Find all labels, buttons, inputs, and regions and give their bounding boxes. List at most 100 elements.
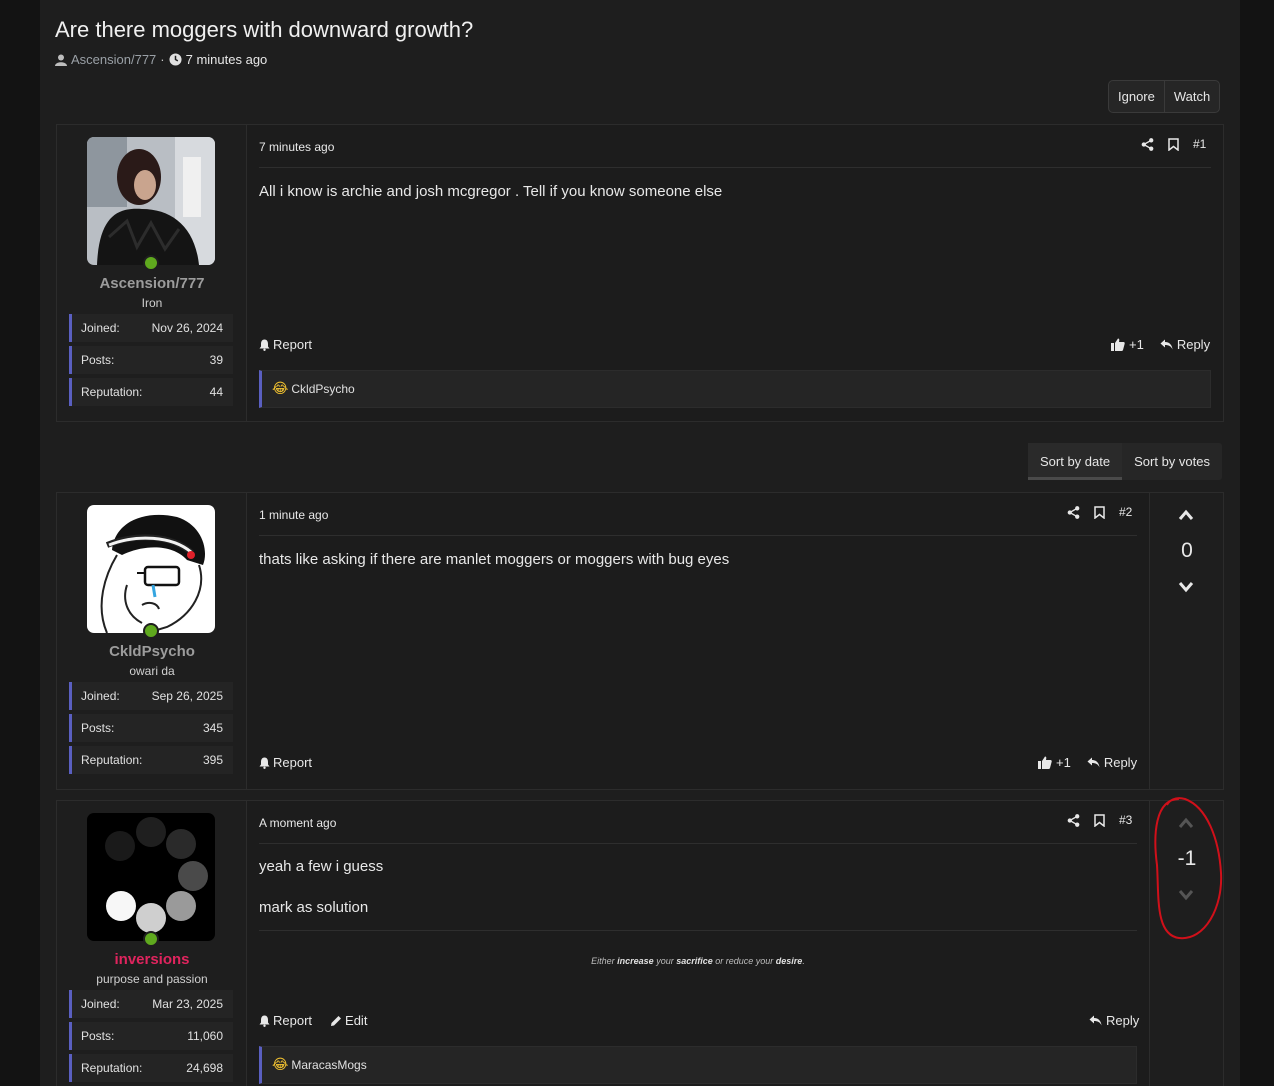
sort-by-votes-tab[interactable]: Sort by votes: [1122, 443, 1222, 480]
signature-text: or: [712, 956, 726, 966]
bell-icon: [259, 1015, 270, 1027]
reaction-user[interactable]: CkldPsycho: [291, 382, 354, 396]
post-text: yeah a few i guess: [259, 858, 384, 875]
reply-icon: [1089, 1015, 1102, 1026]
post-username[interactable]: inversions: [57, 951, 247, 968]
stat-value: Mar 23, 2025: [152, 997, 223, 1011]
downvote-chevron-down-icon[interactable]: [1178, 581, 1194, 593]
share-icon[interactable]: [1141, 137, 1154, 151]
reply-button[interactable]: Reply: [1160, 337, 1210, 352]
laughing-emoji-icon: 😂: [272, 1057, 289, 1073]
stat-joined: Joined: Mar 23, 2025: [69, 990, 233, 1018]
post-text: thats like asking if there are manlet mo…: [259, 551, 730, 568]
post-body: thats like asking if there are manlet mo…: [259, 551, 729, 568]
post-username[interactable]: Ascension/777: [57, 275, 247, 292]
sort-by-date-tab[interactable]: Sort by date: [1028, 443, 1123, 480]
post-date[interactable]: 7 minutes ago: [259, 140, 334, 154]
thread-title: Are there moggers with downward growth?: [55, 17, 474, 42]
report-button[interactable]: Report: [259, 337, 312, 352]
signature-emphasis: sacrifice: [676, 956, 713, 966]
meta-separator: ·: [160, 52, 165, 67]
laughing-emoji-icon: 😂: [272, 381, 289, 397]
stat-value: 395: [202, 753, 223, 767]
thread-actions: Ignore Watch: [1108, 80, 1221, 113]
signature-emphasis: increase: [617, 956, 654, 966]
watch-button[interactable]: Watch: [1163, 81, 1219, 112]
ignore-button[interactable]: Ignore: [1109, 81, 1164, 112]
bell-icon: [259, 757, 270, 769]
post-right-actions: Reply: [1089, 1013, 1139, 1028]
avatar[interactable]: [87, 505, 215, 633]
stat-value: Nov 26, 2024: [151, 321, 223, 335]
reply-label: Reply: [1106, 1013, 1140, 1028]
report-label: Report: [273, 755, 313, 770]
stat-joined: Joined: Nov 26, 2024: [69, 314, 233, 342]
stat-joined: Joined: Sep 26, 2025: [69, 682, 233, 710]
reply-label: Reply: [1176, 337, 1211, 352]
vote-count: 0: [1181, 539, 1193, 562]
stat-label: Joined:: [81, 997, 120, 1011]
share-icon[interactable]: [1067, 813, 1080, 827]
stat-label: Reputation:: [81, 385, 143, 399]
post-right-actions: +1 Reply: [1111, 337, 1210, 352]
post-number[interactable]: #1: [1193, 137, 1206, 151]
thumbs-up-icon: [1038, 756, 1052, 769]
reply-label: Reply: [1103, 755, 1138, 770]
stat-posts: Posts: 345: [69, 714, 233, 742]
post-date[interactable]: 1 minute ago: [259, 508, 328, 522]
thumbs-up-icon: [1111, 338, 1125, 351]
bookmark-icon[interactable]: [1168, 137, 1179, 151]
user-title: Iron: [141, 296, 163, 310]
like-button[interactable]: +1: [1111, 337, 1144, 352]
share-icon[interactable]: [1067, 505, 1080, 519]
stat-label: Joined:: [81, 689, 120, 703]
signature-divider: [259, 930, 1137, 931]
online-status-icon: [143, 623, 159, 639]
user-signature: Either increase your sacrifice or reduce…: [259, 956, 1137, 966]
stat-value: 345: [202, 721, 223, 735]
stat-reputation: Reputation: 24,698: [69, 1054, 233, 1082]
signature-text: .: [802, 956, 805, 966]
thread-page: Are there moggers with downward growth? …: [40, 0, 1240, 1086]
post-text: mark as solution: [259, 899, 369, 916]
thread-author-link[interactable]: Ascension/777: [71, 52, 156, 67]
like-count: +1: [1056, 755, 1071, 770]
edit-button[interactable]: Edit: [330, 1013, 367, 1028]
report-button[interactable]: Report: [259, 755, 312, 770]
clock-icon: [169, 53, 182, 66]
avatar[interactable]: [87, 813, 215, 941]
bookmark-icon[interactable]: [1094, 505, 1105, 519]
bookmark-icon[interactable]: [1094, 813, 1105, 827]
bell-icon: [259, 339, 270, 351]
post-username[interactable]: CkldPsycho: [57, 643, 247, 660]
reactions-bar[interactable]: 😂 CkldPsycho: [259, 370, 1211, 408]
upvote-chevron-up-icon[interactable]: [1178, 509, 1194, 521]
like-button[interactable]: +1: [1038, 755, 1071, 770]
signature-emphasis: desire: [775, 956, 803, 966]
online-status-icon: [143, 255, 159, 271]
sort-tabs: Sort by date Sort by votes: [1028, 443, 1222, 480]
stat-label: Joined:: [81, 321, 120, 335]
annotation-circle: [1154, 797, 1223, 940]
signature-text: your: [753, 956, 776, 966]
stat-label: Posts:: [81, 353, 115, 367]
post-date[interactable]: A moment ago: [259, 816, 336, 830]
divider: [259, 535, 1137, 536]
post-body: yeah a few i guess mark as solution: [259, 858, 383, 916]
post-actions: Report: [259, 755, 312, 770]
stat-value: Sep 26, 2025: [151, 689, 223, 703]
reaction-user[interactable]: MaracasMogs: [291, 1058, 366, 1072]
report-button[interactable]: Report: [259, 1013, 312, 1028]
post-number[interactable]: #2: [1119, 505, 1132, 519]
divider: [259, 843, 1137, 844]
post-text: All i know is archie and josh mcgregor .…: [259, 183, 723, 200]
user-icon: [55, 54, 67, 66]
avatar[interactable]: [87, 137, 215, 265]
reply-button[interactable]: Reply: [1087, 755, 1137, 770]
reply-button[interactable]: Reply: [1089, 1013, 1139, 1028]
user-title: owari da: [129, 664, 175, 678]
reactions-bar[interactable]: 😂 MaracasMogs: [259, 1046, 1137, 1084]
like-count: +1: [1129, 337, 1144, 352]
signature-text: reduce: [725, 956, 754, 966]
thread-meta: Ascension/777 · 7 minutes ago: [55, 52, 267, 67]
